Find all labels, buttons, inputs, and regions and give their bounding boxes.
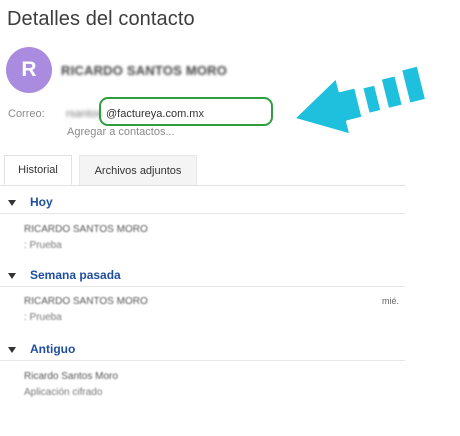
add-to-contacts-link[interactable]: Agregar a contactos... [67, 126, 175, 138]
item-subject: : Prueba [24, 240, 62, 251]
item-sender: RICARDO SANTOS MORO [24, 224, 148, 235]
avatar: R [6, 47, 52, 93]
section-label: Antiguo [30, 342, 76, 356]
item-date: mié. [382, 296, 400, 306]
page-title: Detalles del contacto [7, 8, 195, 30]
email-address-link[interactable]: @factureya.com.mx [106, 108, 204, 120]
triangle-down-icon [8, 347, 16, 353]
email-user: rsantos [66, 108, 103, 120]
triangle-down-icon [8, 273, 16, 279]
item-subject: Aplicación cifrado [24, 387, 103, 398]
list-item[interactable]: RICARDO SANTOS MORO : Prueba mié. [0, 296, 405, 332]
tab-bar: Historial Archivos adjuntos [0, 155, 405, 186]
item-subject: : Prueba [24, 312, 62, 323]
email-label: Correo: [8, 108, 45, 120]
arrow-pointer-icon [291, 63, 429, 134]
item-sender: RICARDO SANTOS MORO [24, 296, 148, 307]
avatar-initial: R [21, 58, 37, 81]
item-sender: Ricardo Santos Moro [24, 371, 118, 382]
contact-name: RICARDO SANTOS MORO [61, 63, 228, 78]
list-item[interactable]: RICARDO SANTOS MORO : Prueba [0, 224, 405, 260]
list-item[interactable]: Ricardo Santos Moro Aplicación cifrado [0, 371, 405, 407]
section-label: Semana pasada [30, 268, 121, 282]
triangle-down-icon [8, 200, 16, 206]
section-label: Hoy [30, 195, 53, 209]
section-header-hoy[interactable]: Hoy [0, 195, 405, 214]
tab-archivos-adjuntos[interactable]: Archivos adjuntos [79, 155, 197, 185]
tab-historial[interactable]: Historial [4, 155, 72, 185]
section-header-antiguo[interactable]: Antiguo [0, 342, 405, 361]
section-header-semana-pasada[interactable]: Semana pasada [0, 268, 405, 287]
